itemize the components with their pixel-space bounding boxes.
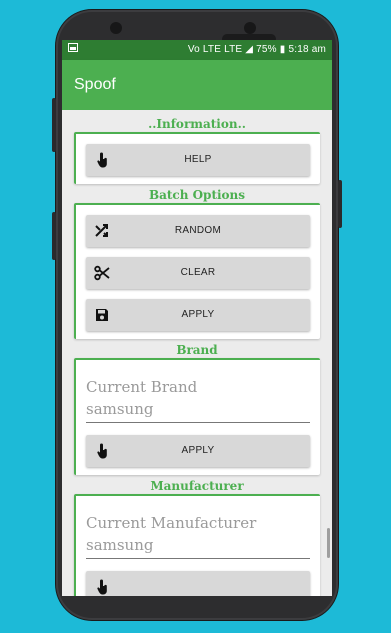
batch-card: RANDOM CLEAR APPLY	[74, 203, 320, 339]
front-camera	[244, 22, 256, 34]
section-title-brand: Brand	[176, 343, 218, 357]
random-label: RANDOM	[174, 225, 222, 236]
scrollbar[interactable]	[327, 528, 330, 558]
section-title-information: ..Information..	[148, 117, 246, 131]
random-button[interactable]: RANDOM	[86, 215, 310, 247]
image-notification-icon	[68, 40, 78, 60]
battery-percent: 75%	[256, 44, 277, 55]
batch-apply-button[interactable]: APPLY	[86, 299, 310, 331]
current-brand-label: Current Brand	[86, 378, 198, 396]
brand-apply-label: APPLY	[181, 445, 215, 456]
sensor	[110, 22, 122, 34]
app-title: Spoof	[74, 76, 116, 93]
help-label: HELP	[184, 154, 212, 165]
current-brand-value: samsung	[86, 400, 154, 418]
information-card: HELP	[74, 132, 320, 184]
network-indicators: Vo LTE LTE	[187, 44, 243, 55]
current-manufacturer-field[interactable]: Current Manufacturer samsung	[86, 506, 310, 559]
clear-button[interactable]: CLEAR	[86, 257, 310, 289]
screen: Vo LTE LTE ◢ 75% ▮ 5:18 am Spoof ..Infor…	[62, 40, 332, 596]
volume-button	[52, 98, 56, 152]
brand-apply-button[interactable]: APPLY	[86, 435, 310, 467]
manufacturer-card: Current Manufacturer samsung	[74, 494, 320, 596]
status-bar: Vo LTE LTE ◢ 75% ▮ 5:18 am	[62, 40, 332, 60]
clear-label: CLEAR	[180, 267, 216, 278]
manufacturer-apply-button[interactable]	[86, 571, 310, 596]
clock: 5:18 am	[288, 44, 326, 55]
current-manufacturer-value: samsung	[86, 536, 154, 554]
current-brand-field[interactable]: Current Brand samsung	[86, 370, 310, 423]
battery-icon: ▮	[279, 44, 286, 55]
app-bar: Spoof	[62, 60, 332, 110]
status-indicators: Vo LTE LTE ◢ 75% ▮ 5:18 am	[188, 40, 326, 60]
batch-apply-label: APPLY	[181, 309, 215, 320]
signal-icon: ◢	[245, 44, 254, 55]
section-title-batch: Batch Options	[148, 188, 246, 202]
scroll-content[interactable]: ..Information.. HELP Batch Options RANDO…	[62, 110, 332, 596]
tap-icon	[97, 579, 107, 595]
help-button[interactable]: HELP	[86, 144, 310, 176]
section-title-manufacturer: Manufacturer	[150, 479, 244, 493]
current-manufacturer-label: Current Manufacturer	[86, 514, 257, 532]
bixby-button	[52, 212, 56, 260]
power-button	[338, 180, 342, 228]
brand-card: Current Brand samsung APPLY	[74, 358, 320, 475]
